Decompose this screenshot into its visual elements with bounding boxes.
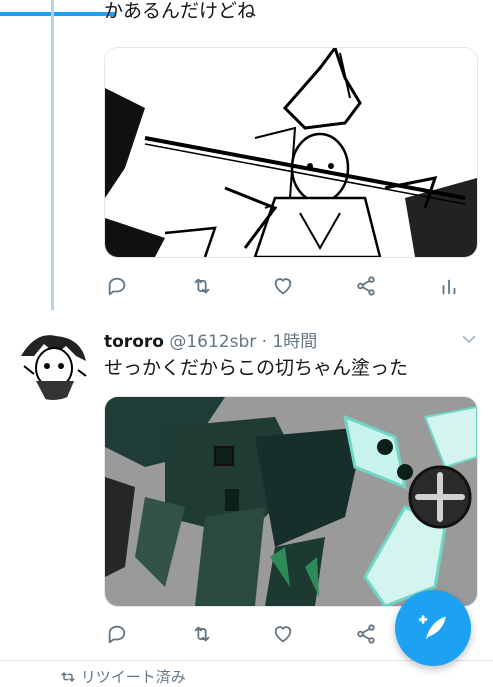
retweet-button[interactable]	[189, 621, 215, 647]
like-button[interactable]	[270, 273, 296, 299]
like-button[interactable]	[270, 621, 296, 647]
thread-connector-line	[51, 0, 54, 310]
reply-button[interactable]	[104, 273, 130, 299]
share-icon	[357, 624, 375, 644]
reply-icon	[108, 625, 126, 644]
sketch-artwork	[105, 48, 477, 257]
tweet-media-colored[interactable]	[104, 396, 478, 607]
reply-icon	[108, 277, 126, 296]
analytics-button[interactable]	[436, 273, 462, 299]
share-icon	[357, 276, 375, 296]
chevron-down-icon[interactable]	[460, 330, 478, 348]
avatar-image	[16, 326, 90, 400]
tweet-actions-top	[104, 273, 476, 299]
tweet-time[interactable]: 1時間	[272, 332, 317, 352]
tweet-text: せっかくだからこの切ちゃん塗った	[104, 357, 409, 379]
reply-button[interactable]	[104, 621, 130, 647]
avatar[interactable]	[16, 326, 90, 400]
retweet-icon	[194, 278, 210, 294]
colored-artwork	[105, 397, 477, 606]
user-handle[interactable]: @1612sbr	[169, 332, 256, 352]
retweet-icon	[61, 672, 75, 682]
retweet-button[interactable]	[189, 273, 215, 299]
analytics-icon	[442, 279, 456, 295]
retweet-icon	[194, 626, 210, 642]
tweet-header: tororo @1612sbr · 1時間	[104, 327, 317, 352]
compose-icon	[418, 615, 446, 640]
like-icon	[274, 278, 292, 295]
loading-progress-bar	[0, 12, 116, 16]
display-name[interactable]: tororo	[104, 332, 164, 352]
previous-tweet-text: かあるんだけどね	[104, 0, 257, 22]
retweet-notice: リツイート済み	[60, 666, 186, 687]
tweet-media-sketch[interactable]	[104, 47, 478, 258]
meta-separator: ·	[261, 332, 268, 352]
like-icon	[274, 626, 292, 643]
retweet-notice-label: リツイート済み	[80, 668, 186, 686]
compose-tweet-button[interactable]	[395, 590, 471, 666]
share-button[interactable]	[353, 273, 379, 299]
share-button[interactable]	[353, 621, 379, 647]
